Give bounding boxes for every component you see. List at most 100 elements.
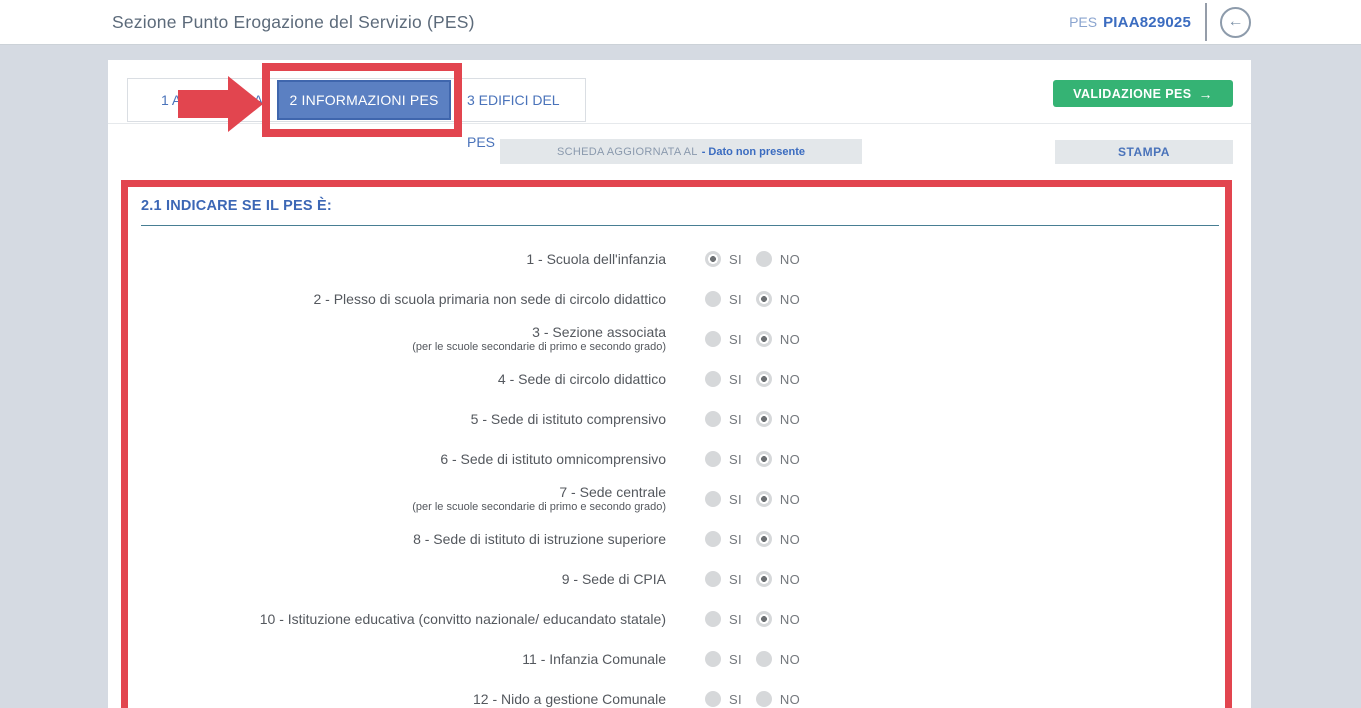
- question-label: 10 - Istituzione educativa (convitto naz…: [128, 611, 666, 628]
- question-row: 5 - Sede di istituto comprensivo SI NO: [128, 399, 1225, 439]
- question-text: 7 - Sede centrale: [128, 484, 666, 501]
- pes-label: PES: [1069, 14, 1097, 30]
- radio-si[interactable]: [705, 611, 721, 627]
- question-subtext: (per le scuole secondarie di primo e sec…: [128, 341, 666, 354]
- radio-no[interactable]: [756, 371, 772, 387]
- si-label: SI: [729, 412, 742, 427]
- question-row: 4 - Sede di circolo didattico SI NO: [128, 359, 1225, 399]
- validazione-pes-label: VALIDAZIONE PES: [1073, 87, 1191, 101]
- section-2-1: 2.1 INDICARE SE IL PES È: 1 - Scuola del…: [121, 180, 1232, 708]
- arrow-right-icon: →: [1198, 86, 1212, 102]
- no-label: NO: [780, 252, 800, 267]
- main-card: 1 ANAGRAFICA 2 INFORMAZIONI PES 3 EDIFIC…: [108, 60, 1251, 708]
- si-label: SI: [729, 252, 742, 267]
- top-header: Sezione Punto Erogazione del Servizio (P…: [0, 0, 1361, 45]
- pes-code: PIAA829025: [1103, 14, 1191, 31]
- si-label: SI: [729, 532, 742, 547]
- radio-no[interactable]: [756, 411, 772, 427]
- question-row: 1 - Scuola dell'infanzia SI NO: [128, 239, 1225, 279]
- question-row: 2 - Plesso di scuola primaria non sede d…: [128, 279, 1225, 319]
- si-label: SI: [729, 372, 742, 387]
- section-title-wrap: 2.1 INDICARE SE IL PES È:: [141, 197, 1219, 226]
- question-label: 1 - Scuola dell'infanzia: [128, 251, 666, 268]
- question-label: 5 - Sede di istituto comprensivo: [128, 411, 666, 428]
- page-title: Sezione Punto Erogazione del Servizio (P…: [112, 0, 475, 44]
- radio-si[interactable]: [705, 371, 721, 387]
- stampa-button[interactable]: STAMPA: [1055, 140, 1233, 164]
- validazione-pes-button[interactable]: VALIDAZIONE PES →: [1053, 80, 1233, 107]
- question-row: 9 - Sede di CPIA SI NO: [128, 559, 1225, 599]
- question-label: 11 - Infanzia Comunale: [128, 651, 666, 668]
- radio-si[interactable]: [705, 251, 721, 267]
- question-answers: SI NO: [705, 291, 800, 307]
- si-label: SI: [729, 332, 742, 347]
- radio-no[interactable]: [756, 331, 772, 347]
- question-label: 6 - Sede di istituto omnicomprensivo: [128, 451, 666, 468]
- radio-no[interactable]: [756, 611, 772, 627]
- question-answers: SI NO: [705, 451, 800, 467]
- radio-si[interactable]: [705, 291, 721, 307]
- no-label: NO: [780, 492, 800, 507]
- question-text: 9 - Sede di CPIA: [128, 571, 666, 588]
- no-label: NO: [780, 692, 800, 707]
- question-text: 5 - Sede di istituto comprensivo: [128, 411, 666, 428]
- radio-no[interactable]: [756, 571, 772, 587]
- radio-si[interactable]: [705, 691, 721, 707]
- header-right: PES PIAA829025 ←: [1069, 0, 1251, 44]
- section-title: 2.1 INDICARE SE IL PES È:: [141, 198, 332, 214]
- radio-no[interactable]: [756, 451, 772, 467]
- question-answers: SI NO: [705, 611, 800, 627]
- no-label: NO: [780, 532, 800, 547]
- question-row: 11 - Infanzia Comunale SI NO: [128, 639, 1225, 679]
- radio-no[interactable]: [756, 291, 772, 307]
- tab-informazioni-pes[interactable]: 2 INFORMAZIONI PES: [277, 80, 451, 120]
- no-label: NO: [780, 612, 800, 627]
- question-label: 3 - Sezione associata (per le scuole sec…: [128, 324, 666, 355]
- question-answers: SI NO: [705, 371, 800, 387]
- scheda-aggiornata-bar: SCHEDA AGGIORNATA AL - Dato non presente: [500, 139, 862, 164]
- si-label: SI: [729, 692, 742, 707]
- question-row: 6 - Sede di istituto omnicomprensivo SI …: [128, 439, 1225, 479]
- radio-si[interactable]: [705, 491, 721, 507]
- no-label: NO: [780, 292, 800, 307]
- radio-no[interactable]: [756, 651, 772, 667]
- si-label: SI: [729, 612, 742, 627]
- question-answers: SI NO: [705, 411, 800, 427]
- no-label: NO: [780, 652, 800, 667]
- tab-anagrafica[interactable]: 1 ANAGRAFICA: [161, 79, 263, 121]
- radio-si[interactable]: [705, 651, 721, 667]
- no-label: NO: [780, 572, 800, 587]
- circle-arrow-left-icon: ←: [1228, 13, 1244, 31]
- radio-no[interactable]: [756, 251, 772, 267]
- si-label: SI: [729, 492, 742, 507]
- question-label: 12 - Nido a gestione Comunale: [128, 691, 666, 708]
- question-row: 12 - Nido a gestione Comunale SI NO: [128, 679, 1225, 708]
- radio-no[interactable]: [756, 491, 772, 507]
- si-label: SI: [729, 452, 742, 467]
- no-label: NO: [780, 412, 800, 427]
- question-text: 8 - Sede di istituto di istruzione super…: [128, 531, 666, 548]
- radio-si[interactable]: [705, 451, 721, 467]
- tab-bar: 1 ANAGRAFICA 2 INFORMAZIONI PES 3 EDIFIC…: [127, 78, 586, 122]
- radio-si[interactable]: [705, 571, 721, 587]
- back-button[interactable]: ←: [1220, 7, 1251, 38]
- question-answers: SI NO: [705, 691, 800, 707]
- question-answers: SI NO: [705, 651, 800, 667]
- radio-no[interactable]: [756, 691, 772, 707]
- question-text: 6 - Sede di istituto omnicomprensivo: [128, 451, 666, 468]
- question-text: 4 - Sede di circolo didattico: [128, 371, 666, 388]
- radio-si[interactable]: [705, 331, 721, 347]
- question-text: 12 - Nido a gestione Comunale: [128, 691, 666, 708]
- radio-no[interactable]: [756, 531, 772, 547]
- radio-si[interactable]: [705, 411, 721, 427]
- question-label: 7 - Sede centrale (per le scuole seconda…: [128, 484, 666, 515]
- radio-si[interactable]: [705, 531, 721, 547]
- question-list: 1 - Scuola dell'infanzia SI NO 2 - Pless…: [128, 226, 1225, 708]
- card-divider: [108, 123, 1251, 124]
- question-row: 8 - Sede di istituto di istruzione super…: [128, 519, 1225, 559]
- question-label: 9 - Sede di CPIA: [128, 571, 666, 588]
- no-label: NO: [780, 372, 800, 387]
- question-text: 11 - Infanzia Comunale: [128, 651, 666, 668]
- header-divider: [1205, 3, 1207, 41]
- question-answers: SI NO: [705, 251, 800, 267]
